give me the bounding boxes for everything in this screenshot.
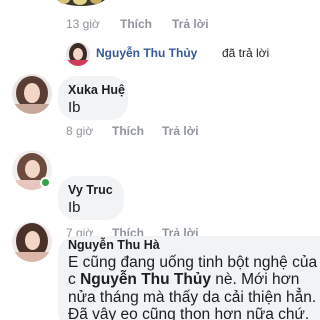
like-button[interactable]: Thích bbox=[112, 124, 144, 138]
reply-author-link[interactable]: Nguyễn Thu Thủy bbox=[96, 46, 197, 60]
reply-button[interactable]: Trả lời bbox=[172, 17, 209, 31]
comment-author[interactable]: Nguyễn Thu Hà bbox=[68, 238, 160, 252]
comment-text-prefix: c bbox=[68, 271, 76, 288]
avatar[interactable] bbox=[12, 74, 52, 114]
comment-text-suffix: nè. Mới hơn bbox=[215, 271, 300, 288]
comment-time: 8 giờ bbox=[66, 124, 94, 138]
comment-text: Ib bbox=[68, 199, 81, 216]
avatar[interactable] bbox=[12, 222, 52, 262]
comment-text-line: c Nguyễn Thu Thủy nè. Mới hơn bbox=[68, 271, 299, 289]
avatar bbox=[66, 42, 90, 66]
reply-status-text: đã trả lời bbox=[222, 46, 270, 60]
comment-text: Ib bbox=[68, 99, 81, 116]
like-button[interactable]: Thích bbox=[120, 17, 152, 31]
comment-text-line: nửa tháng mà thấy da cải thiện hẳn. bbox=[68, 289, 317, 306]
comment-author[interactable]: Vy Truc bbox=[68, 183, 113, 197]
comment-text-line: E cũng đang uống tinh bột nghệ của bbox=[68, 254, 318, 271]
comment-time: 13 giờ bbox=[66, 17, 100, 31]
comment-author[interactable]: Xuka Huệ bbox=[68, 83, 125, 97]
online-status-icon bbox=[40, 177, 51, 188]
sticker-image bbox=[57, 0, 105, 6]
mention-link[interactable]: Nguyễn Thu Thủy bbox=[80, 271, 211, 288]
comment-text-line: Đã vậy eo cũng thon hơn nữa chứ. bbox=[68, 306, 310, 320]
reply-button[interactable]: Trả lời bbox=[162, 124, 199, 138]
